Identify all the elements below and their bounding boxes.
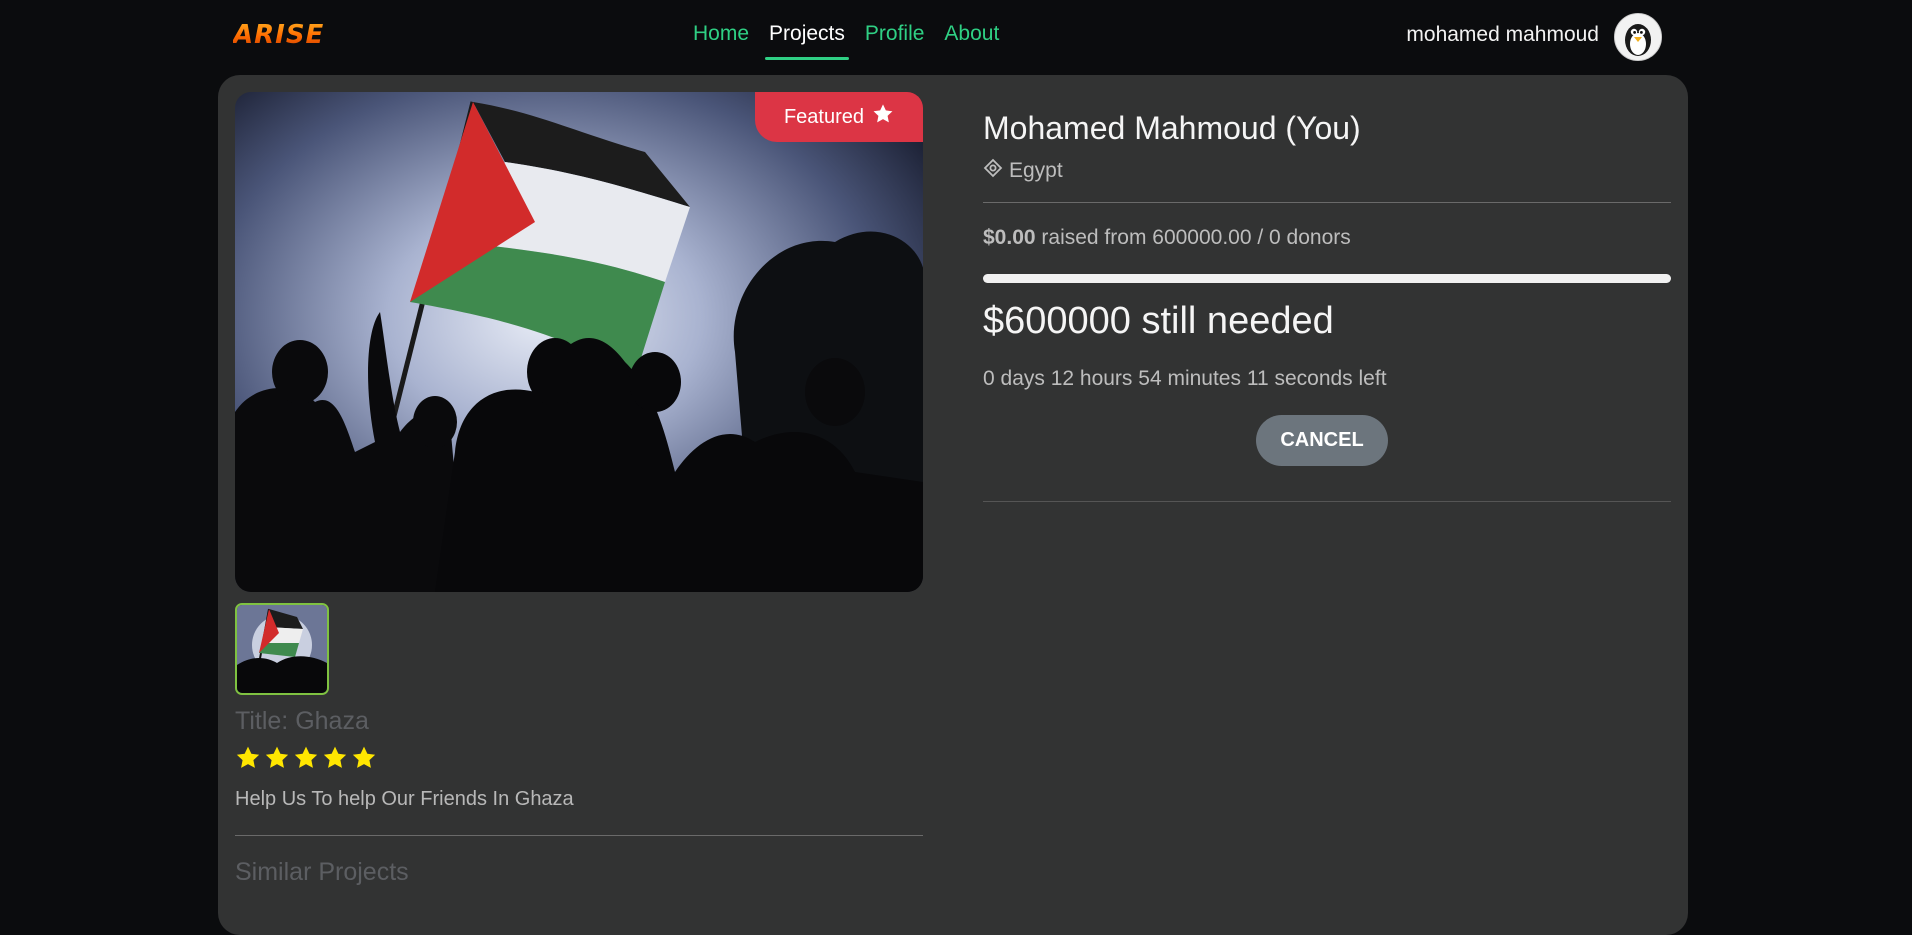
main-nav: Home Projects Profile About [693,22,999,60]
user-name[interactable]: mohamed mahmoud [1406,23,1599,47]
nav-profile-link[interactable]: Profile [865,22,925,54]
location-target-icon [983,158,1003,184]
star-icon [872,103,894,131]
cancel-button[interactable]: CANCEL [1256,415,1388,466]
similar-projects-heading: Similar Projects [235,858,409,886]
owner-name: Mohamed Mahmoud (You) [983,110,1361,146]
divider [235,835,923,836]
location-text: Egypt [1009,159,1063,182]
featured-badge: Featured [755,92,923,142]
raised-amount: $0.00 [983,226,1036,249]
star-icon [351,745,377,776]
funding-progress-bar [983,274,1671,283]
divider [983,202,1671,203]
amount-still-needed: $600000 still needed [983,300,1334,342]
nav-home-link[interactable]: Home [693,22,749,54]
owner-location: Egypt [983,158,1063,184]
star-icon [293,745,319,776]
penguin-avatar-icon[interactable] [1614,13,1662,61]
divider [983,501,1671,502]
star-icon [322,745,348,776]
project-main-image[interactable]: Featured [235,92,923,592]
featured-label: Featured [783,105,865,128]
nav-about-link[interactable]: About [944,22,999,54]
project-description: Help Us To help Our Friends In Ghaza [235,788,574,810]
star-rating [235,745,377,776]
star-icon [235,745,261,776]
top-navbar: ARISE Home Projects Profile About mohame… [0,0,1912,72]
project-thumbnail[interactable] [235,603,329,695]
raised-text: raised from 600000.00 / 0 donors [1041,226,1351,249]
arise-logo[interactable]: ARISE [233,20,324,50]
time-left: 0 days 12 hours 54 minutes 11 seconds le… [983,367,1387,390]
funding-raised: $0.00 raised from 600000.00 / 0 donors [983,226,1351,250]
project-title: Title: Ghaza [235,707,369,735]
nav-projects-link[interactable]: Projects [765,22,849,60]
star-icon [264,745,290,776]
